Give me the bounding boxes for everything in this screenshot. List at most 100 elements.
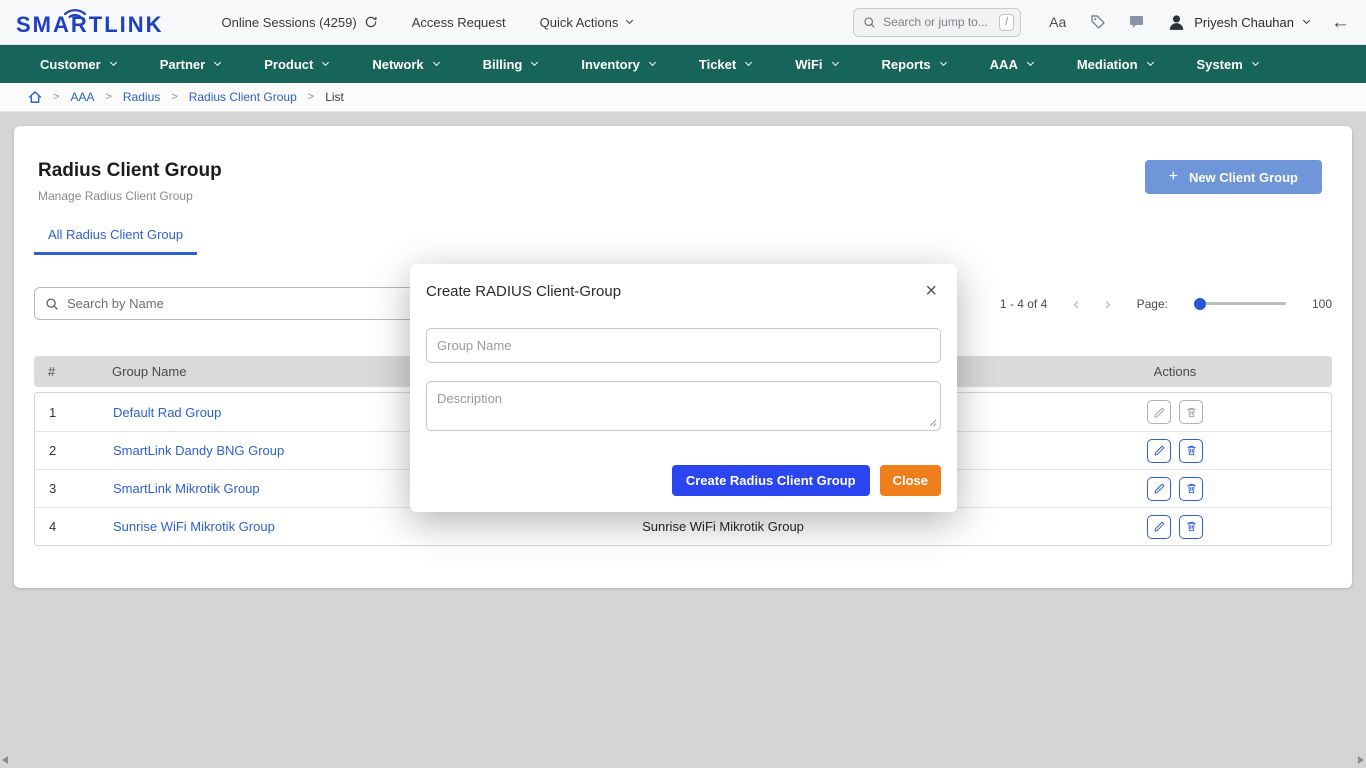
slash-shortcut-badge: / <box>999 14 1014 31</box>
delete-button <box>1179 400 1203 424</box>
nav-item-inventory[interactable]: Inventory <box>581 57 655 72</box>
nav-item-mediation[interactable]: Mediation <box>1077 57 1153 72</box>
online-sessions-label: Online Sessions (4259) <box>222 15 357 30</box>
logo-text: SMARTLINK <box>16 12 164 38</box>
table-row: 4 Sunrise WiFi Mikrotik Group Sunrise Wi… <box>35 507 1331 545</box>
main-nav: Customer Partner Product Network Billing… <box>0 45 1366 83</box>
scroll-right-arrow[interactable] <box>1358 756 1364 764</box>
header-group-name: Group Name <box>112 364 412 379</box>
quick-actions-label: Quick Actions <box>540 15 619 30</box>
nav-item-reports[interactable]: Reports <box>882 57 946 72</box>
top-header: SMARTLINK Online Sessions (4259) Access … <box>0 0 1366 45</box>
next-page-icon[interactable]: › <box>1105 295 1111 312</box>
search-icon <box>863 16 876 29</box>
online-sessions[interactable]: Online Sessions (4259) <box>222 15 378 30</box>
delete-button[interactable] <box>1179 515 1203 539</box>
chevron-down-icon <box>940 59 947 66</box>
group-name-link[interactable]: Sunrise WiFi Mikrotik Group <box>113 519 275 534</box>
edit-button[interactable] <box>1147 439 1171 463</box>
notifications-icon[interactable] <box>1128 14 1145 30</box>
trash-icon <box>1185 520 1198 533</box>
header-actions: Actions <box>1032 364 1318 379</box>
user-menu[interactable]: Priyesh Chauhan <box>1167 13 1309 32</box>
slider-thumb[interactable] <box>1194 298 1206 310</box>
breadcrumb-separator: > <box>308 91 314 103</box>
nav-item-aaa[interactable]: AAA <box>990 57 1033 72</box>
breadcrumb-radius-client-group[interactable]: Radius Client Group <box>189 90 297 104</box>
nav-item-customer[interactable]: Customer <box>40 57 116 72</box>
avatar <box>1167 13 1186 32</box>
group-name-link[interactable]: Default Rad Group <box>113 405 221 420</box>
plus-icon: + <box>1169 169 1178 185</box>
chevron-down-icon <box>322 59 329 66</box>
chevron-down-icon <box>531 59 538 66</box>
page-label: Page: <box>1137 297 1168 311</box>
group-name-link[interactable]: SmartLink Dandy BNG Group <box>113 443 284 458</box>
group-name-link[interactable]: SmartLink Mikrotik Group <box>113 481 260 496</box>
back-arrow-icon[interactable]: ← <box>1331 13 1350 32</box>
breadcrumb-separator: > <box>105 91 111 103</box>
trash-icon <box>1185 444 1198 457</box>
header-index: # <box>48 364 112 379</box>
delete-button[interactable] <box>1179 477 1203 501</box>
breadcrumb-list: List <box>325 90 344 104</box>
edit-button[interactable] <box>1147 477 1171 501</box>
tab-all-radius-client-group[interactable]: All Radius Client Group <box>34 227 197 255</box>
nav-item-network[interactable]: Network <box>372 57 438 72</box>
pencil-icon <box>1153 520 1166 533</box>
nav-item-wifi[interactable]: WiFi <box>795 57 837 72</box>
chevron-down-icon <box>1252 59 1259 66</box>
chevron-down-icon <box>1303 17 1310 24</box>
page-size-slider[interactable] <box>1194 297 1286 311</box>
chevron-down-icon <box>649 59 656 66</box>
chevron-down-icon <box>214 59 221 66</box>
modal-close-button[interactable]: Close <box>880 465 941 496</box>
smartlink-logo[interactable]: SMARTLINK <box>16 6 164 38</box>
create-radius-client-group-button[interactable]: Create Radius Client Group <box>672 465 870 496</box>
nav-item-ticket[interactable]: Ticket <box>699 57 751 72</box>
page-title-block: Radius Client Group Manage Radius Client… <box>38 160 222 203</box>
refresh-icon[interactable] <box>364 15 378 29</box>
chevron-down-icon <box>626 17 633 24</box>
chevron-down-icon <box>1146 59 1153 66</box>
trash-icon <box>1185 482 1198 495</box>
create-radius-client-group-modal: Create RADIUS Client-Group × Create Radi… <box>410 264 957 512</box>
nav-item-partner[interactable]: Partner <box>160 57 221 72</box>
prev-page-icon[interactable]: ‹ <box>1073 295 1079 312</box>
quick-actions-menu[interactable]: Quick Actions <box>540 15 633 30</box>
delete-button[interactable] <box>1179 439 1203 463</box>
breadcrumb: > AAA > Radius > Radius Client Group > L… <box>0 83 1366 112</box>
close-icon[interactable]: × <box>921 279 941 303</box>
global-search[interactable]: / <box>853 8 1021 37</box>
chevron-down-icon <box>110 59 117 66</box>
pencil-icon <box>1153 444 1166 457</box>
modal-title: Create RADIUS Client-Group <box>426 283 621 300</box>
edit-button <box>1147 400 1171 424</box>
text-size-toggle[interactable]: Aa <box>1049 14 1066 30</box>
nav-item-product[interactable]: Product <box>264 57 328 72</box>
breadcrumb-aaa[interactable]: AAA <box>70 90 94 104</box>
pencil-icon <box>1153 482 1166 495</box>
nav-item-billing[interactable]: Billing <box>483 57 538 72</box>
home-icon[interactable] <box>28 90 42 104</box>
nav-item-system[interactable]: System <box>1197 57 1258 72</box>
new-client-group-button[interactable]: + New Client Group <box>1145 160 1322 194</box>
row-description: Sunrise WiFi Mikrotik Group <box>413 519 1033 534</box>
breadcrumb-radius[interactable]: Radius <box>123 90 160 104</box>
tabs: All Radius Client Group <box>14 227 1352 255</box>
breadcrumb-separator: > <box>53 91 59 103</box>
chevron-down-icon <box>433 59 440 66</box>
group-name-field[interactable] <box>426 328 941 363</box>
tag-icon[interactable] <box>1090 14 1106 30</box>
access-request-label: Access Request <box>412 15 506 30</box>
wifi-icon <box>62 6 88 19</box>
access-request[interactable]: Access Request <box>412 15 506 30</box>
search-icon <box>45 297 59 311</box>
row-index: 3 <box>49 481 113 496</box>
chevron-down-icon <box>745 59 752 66</box>
global-search-input[interactable] <box>883 15 992 29</box>
slider-track <box>1194 302 1286 305</box>
description-field[interactable] <box>426 381 941 431</box>
scroll-left-arrow[interactable] <box>2 756 8 764</box>
edit-button[interactable] <box>1147 515 1171 539</box>
